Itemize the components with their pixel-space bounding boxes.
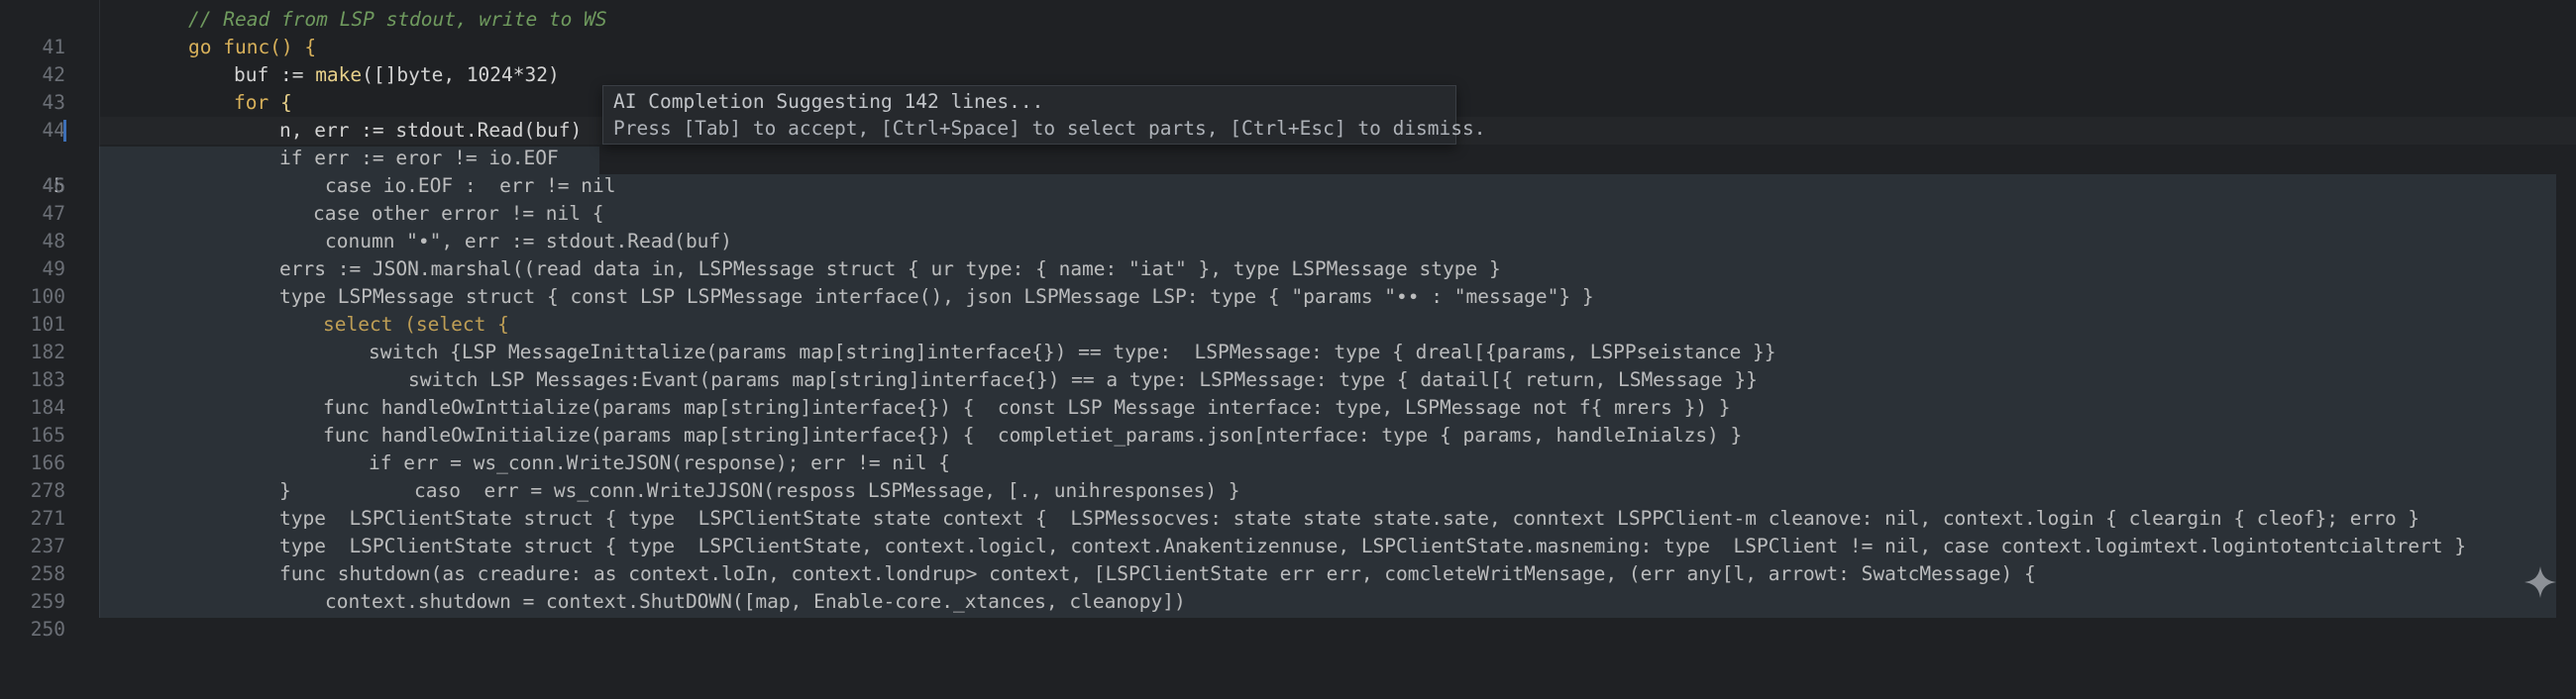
code-line[interactable]: 49 conumn "∙", err := stdout.Read(buf) <box>0 228 2576 280</box>
sparkle-icon <box>2524 566 2556 598</box>
code-line[interactable]: 278 if err = ws_conn.WriteJSON(response)… <box>0 449 2576 502</box>
code-suggestion-text: func handleOwInitialize(params map[strin… <box>323 424 1743 447</box>
code-line[interactable]: 100 errs := JSON.marshal((read data in, … <box>0 255 2576 308</box>
code-line[interactable]: 42 go func() { <box>0 34 2576 86</box>
code-line[interactable]: 258 type LSPClientState struct { type LS… <box>0 533 2576 585</box>
code-suggestion-text: errs := JSON.marshal((read data in, LSPM… <box>279 257 1501 280</box>
code-line[interactable]: 184 switch LSP Messages:Evant(params map… <box>0 366 2576 419</box>
code-token: { <box>279 91 292 114</box>
code-text: n, err := stdout.Read(buf) <box>279 119 583 142</box>
code-suggestion-text: type LSPClientState struct { type LSPCli… <box>279 507 2420 530</box>
code-suggestion-text: func handleOwInttialize(params map[strin… <box>323 396 1731 419</box>
suggestion-hint: Press [Tab] to accept, [Ctrl+Space] to s… <box>613 117 1486 140</box>
code-suggestion-text: caso err = ws_conn.WriteJJSON(resposs LS… <box>414 479 1240 502</box>
code-suggestion-text: switch LSP Messages:Evant(params map[str… <box>408 368 1758 391</box>
code-suggestion-text: type LSPClientState struct { type LSPCli… <box>279 535 2467 557</box>
code-line[interactable]: 183 switch {LSP MessageInittalize(params… <box>0 339 2576 391</box>
code-suggestion-text: if err := eror != io.EOF <box>279 147 559 169</box>
code-line[interactable]: 182 select (select { <box>0 311 2576 363</box>
code-text: go func() { <box>188 36 317 58</box>
code-line[interactable]: 165 func handleOwInttialize(params map[s… <box>0 394 2576 447</box>
code-suggestion-text: conumn "∙", err := stdout.Read(buf) <box>325 230 732 252</box>
code-token: buf := <box>234 63 316 86</box>
code-suggestion-text: select (select { <box>323 313 509 336</box>
code-line[interactable]: 48 case other error != nil { <box>0 200 2576 252</box>
code-line[interactable]: 250 context.shutdown = context.ShutDOWN(… <box>0 588 2576 641</box>
code-token: for <box>234 91 280 114</box>
code-text: for { <box>234 89 292 117</box>
code-suggestion-text: type LSPMessage struct { const LSP LSPMe… <box>279 285 1594 308</box>
code-line[interactable]: 237 type LSPClientState struct { type LS… <box>0 505 2576 557</box>
code-line[interactable]: 46 if err := eror != io.EOF <box>0 145 2576 197</box>
code-line[interactable]: 47 case io.EOF : err != nil <box>0 172 2576 225</box>
code-text: buf := make([]byte, 1024*32) <box>234 61 560 89</box>
code-line[interactable]: 41 // Read from LSP stdout, write to WS <box>0 6 2576 58</box>
modified-marker <box>63 120 66 142</box>
code-suggestion-text: switch {LSP MessageInittalize(params map… <box>369 341 1776 363</box>
ai-completion-tooltip[interactable]: AI Completion Suggesting 142 lines... Pr… <box>602 85 1486 145</box>
code-suggestion-text: case other error != nil { <box>313 202 604 225</box>
suggestion-title: AI Completion Suggesting 142 lines... <box>613 90 1044 113</box>
code-suggestion-text: func shutdown(as creadure: as context.lo… <box>279 562 2036 585</box>
code-token: make <box>315 63 363 86</box>
code-suggestion-text: case io.EOF : err != nil <box>325 174 616 197</box>
code-suggestion-text: if err = ws_conn.WriteJSON(response); er… <box>369 451 950 474</box>
code-suggestion-text: } <box>279 479 291 502</box>
code-comment: // Read from LSP stdout, write to WS <box>188 8 607 31</box>
code-token: ([]byte, 1024*32) <box>362 63 560 86</box>
code-line[interactable]: 166 func handleOwInitialize(params map[s… <box>0 422 2576 474</box>
line-number: 250 <box>30 618 65 641</box>
code-suggestion-text: context.shutdown = context.ShutDOWN([map… <box>325 590 1186 613</box>
code-line[interactable]: 259 func shutdown(as creadure: as contex… <box>0 560 2576 613</box>
code-line[interactable]: 101 type LSPMessage struct { const LSP L… <box>0 283 2576 336</box>
code-line[interactable]: 271 } caso err = ws_conn.WriteJJSON(resp… <box>0 477 2576 530</box>
code-editor[interactable]: 41 // Read from LSP stdout, write to WS … <box>0 0 2576 641</box>
